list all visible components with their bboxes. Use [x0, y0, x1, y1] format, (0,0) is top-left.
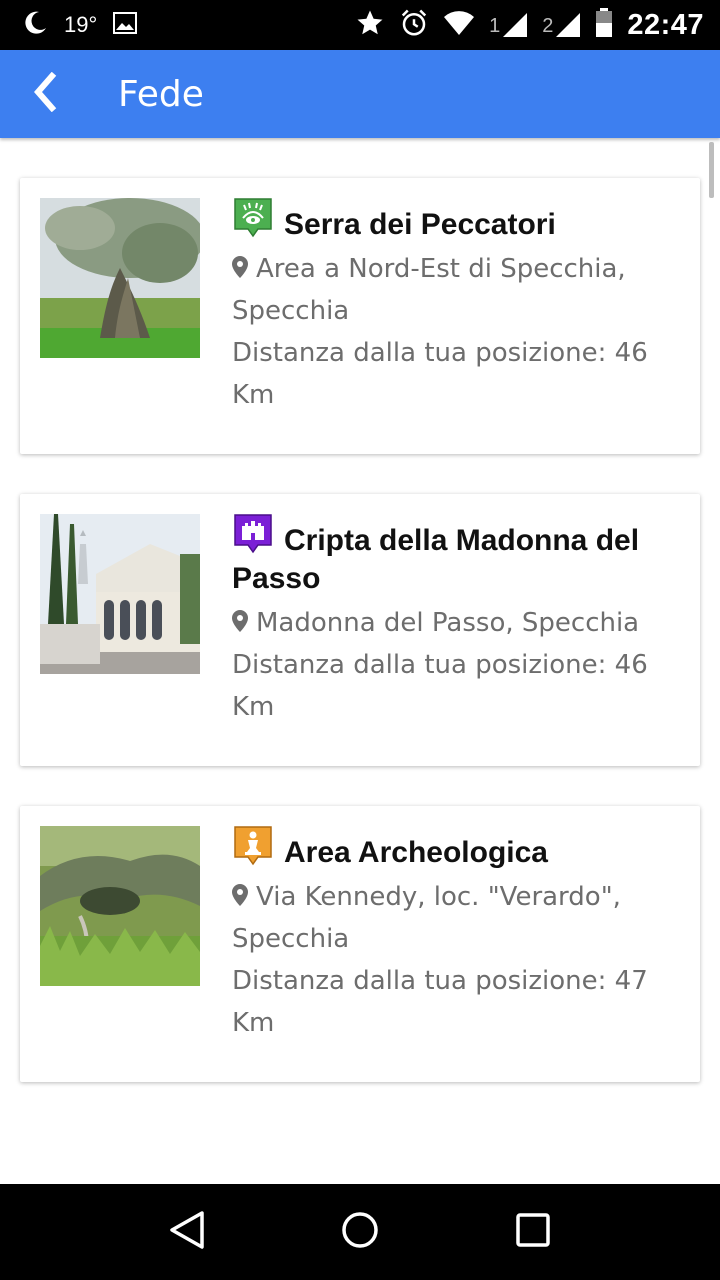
battery-icon [595, 7, 613, 43]
castle-icon [232, 512, 274, 554]
triangle-back-icon [168, 1210, 206, 1254]
scrollbar[interactable] [709, 142, 714, 198]
navigation-bar [0, 1184, 720, 1280]
map-pin-icon [232, 877, 248, 906]
status-bar: 19° 1 2 22:47 [0, 0, 720, 50]
list-item[interactable]: Area Archeologica Via Kennedy, loc. "Ver… [20, 806, 700, 1082]
signal-sim1: 1 [489, 12, 528, 38]
list-item[interactable]: Serra dei Peccatori Area a Nord-Est di S… [20, 178, 700, 454]
statue-icon [232, 824, 274, 866]
place-image [40, 198, 200, 358]
place-distance: Distanza dalla tua posizione: 47 Km [232, 966, 648, 1038]
map-pin-icon [232, 249, 248, 278]
place-address: Via Kennedy, loc. "Verardo", Specchia [232, 876, 672, 960]
place-title: Serra dei Peccatori [232, 196, 672, 244]
square-recents-icon [515, 1212, 551, 1252]
signal-sim2: 2 [542, 12, 581, 38]
gallery-icon [113, 11, 138, 39]
place-distance: Distanza dalla tua posizione: 46 Km [232, 338, 648, 410]
place-image [40, 514, 200, 674]
temperature: 19° [64, 12, 98, 37]
star-icon [355, 8, 385, 43]
list-item[interactable]: Cripta della Madonna del Passo Madonna d… [20, 494, 700, 766]
place-address: Area a Nord-Est di Specchia, Specchia [232, 248, 672, 332]
place-title: Cripta della Madonna del Passo [232, 512, 672, 598]
moon-icon [22, 10, 48, 41]
page-title: Fede [118, 73, 204, 115]
chevron-left-icon [30, 71, 60, 116]
nav-recents-button[interactable] [493, 1192, 573, 1272]
back-button[interactable] [0, 50, 90, 138]
clock: 22:47 [627, 8, 704, 41]
places-list[interactable]: Serra dei Peccatori Area a Nord-Est di S… [0, 138, 720, 1184]
wifi-icon [443, 10, 475, 41]
nature-eye-icon [232, 196, 274, 238]
place-distance: Distanza dalla tua posizione: 46 Km [232, 650, 648, 722]
map-pin-icon [232, 603, 248, 632]
circle-home-icon [340, 1210, 380, 1254]
alarm-icon [399, 8, 429, 43]
nav-home-button[interactable] [320, 1192, 400, 1272]
nav-back-button[interactable] [147, 1192, 227, 1272]
place-title: Area Archeologica [232, 824, 672, 872]
place-image [40, 826, 200, 986]
app-bar: Fede [0, 50, 720, 138]
place-address: Madonna del Passo, Specchia [232, 602, 672, 644]
